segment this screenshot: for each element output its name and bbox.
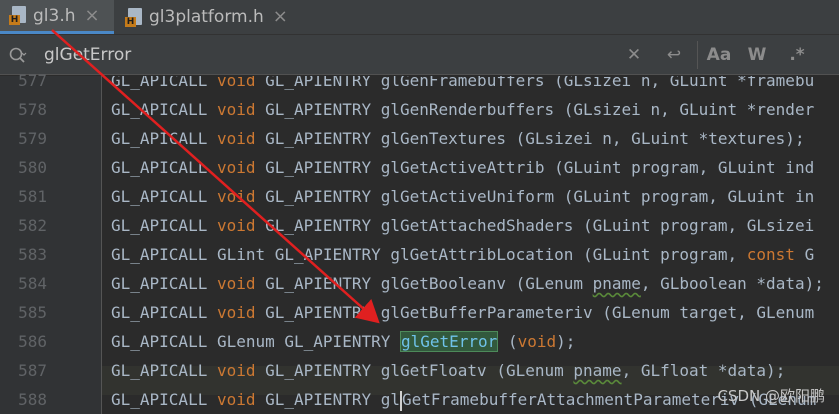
line-number: 577 bbox=[18, 71, 47, 90]
c-header-file-icon: H bbox=[125, 7, 142, 27]
keyword-token: void bbox=[216, 303, 256, 322]
line-number: 579 bbox=[18, 129, 47, 148]
code-token: GL_APICALL bbox=[111, 100, 217, 119]
match-case-toggle[interactable]: Aa bbox=[705, 43, 733, 67]
code-line[interactable]: GL_APICALL void GL_APIENTRY glGetActiveU… bbox=[111, 182, 814, 211]
tab-gl3platform-h[interactable]: H gl3platform.h × bbox=[116, 0, 312, 34]
code-token: GL_APICALL bbox=[111, 216, 217, 235]
code-line[interactable]: GL_APICALL void GL_APIENTRY gl GetFramebu… bbox=[111, 385, 816, 414]
code-line[interactable]: GL_APICALL void GL_APIENTRY glGetActiveA… bbox=[111, 153, 814, 182]
line-number: 581 bbox=[18, 187, 47, 206]
clear-search-icon[interactable]: ✕ bbox=[624, 43, 644, 67]
code-token: ); bbox=[556, 332, 576, 351]
keyword-token: void bbox=[216, 129, 256, 148]
line-number: 583 bbox=[18, 245, 47, 264]
c-header-file-icon: H bbox=[9, 6, 26, 25]
code-token: GL_APIENTRY glGenRenderbuffers (GLsizei … bbox=[255, 100, 815, 119]
line-number: 584 bbox=[18, 274, 47, 293]
code-token: GL_APICALL GLint GL_APIENTRY glGetAttrib… bbox=[111, 245, 747, 264]
search-icon[interactable] bbox=[8, 45, 28, 65]
code-line[interactable]: GL_APICALL void GL_APIENTRY glGenFramebu… bbox=[111, 76, 814, 95]
close-icon[interactable]: × bbox=[273, 8, 288, 26]
line-number: 586 bbox=[18, 332, 47, 351]
tab-label: gl3.h bbox=[33, 5, 76, 26]
code-line[interactable]: GL_APICALL void GL_APIENTRY glGetBufferP… bbox=[111, 298, 814, 327]
code-token: GL_APIENTRY glGetAttachedShaders (GLuint… bbox=[255, 216, 815, 235]
keyword-token: void bbox=[216, 76, 256, 90]
typo-token: pname bbox=[573, 361, 622, 380]
code-token: , GLfloat *data); bbox=[621, 361, 786, 380]
code-token: GL_APIENTRY glGetFloatv (GLenum bbox=[255, 361, 574, 380]
new-line-icon[interactable]: ↩ bbox=[664, 43, 684, 67]
keyword-token: void bbox=[216, 100, 256, 119]
whole-words-toggle[interactable]: W bbox=[745, 43, 769, 67]
typo-token: pname bbox=[592, 274, 641, 293]
regex-toggle[interactable]: .* bbox=[783, 43, 811, 67]
editor-tab-bar: H gl3.h × H gl3platform.h × bbox=[0, 0, 839, 35]
keyword-token: void bbox=[216, 274, 256, 293]
keyword-token: void bbox=[216, 390, 256, 409]
code-token: GL_APICALL bbox=[111, 158, 217, 177]
code-token: GL_APIENTRY glGetBooleanv (GLenum bbox=[255, 274, 593, 293]
line-number: 588 bbox=[18, 390, 47, 409]
code-line[interactable]: GL_APICALL void GL_APIENTRY glGetBoolean… bbox=[111, 269, 824, 298]
keyword-token: void bbox=[216, 216, 256, 235]
line-number: 587 bbox=[18, 361, 47, 380]
line-number: 578 bbox=[18, 100, 47, 119]
code-token: GL_APIENTRY glGetBufferParameteriv (GLen… bbox=[255, 303, 815, 322]
close-icon[interactable]: × bbox=[85, 6, 100, 25]
code-line[interactable]: GL_APICALL GLint GL_APIENTRY glGetAttrib… bbox=[111, 240, 814, 269]
find-bar: ✕ ↩ Aa W .* bbox=[0, 35, 839, 75]
code-token: GL_APICALL bbox=[111, 129, 217, 148]
code-token: G bbox=[794, 245, 815, 264]
code-token: GL_APICALL bbox=[111, 76, 217, 90]
code-line[interactable]: GL_APICALL void GL_APIENTRY glGenTexture… bbox=[111, 124, 805, 153]
keyword-token: void bbox=[216, 361, 256, 380]
keyword-token: void bbox=[216, 158, 256, 177]
code-token: GL_APICALL bbox=[111, 390, 217, 409]
line-number: 585 bbox=[18, 303, 47, 322]
code-token: , GLboolean *data); bbox=[640, 274, 824, 293]
search-match-highlight: glGetError bbox=[399, 331, 499, 352]
code-line[interactable]: GL_APICALL void GL_APIENTRY glGenRenderb… bbox=[111, 95, 814, 124]
line-number: 580 bbox=[18, 158, 47, 177]
code-token: GL_APICALL bbox=[111, 274, 217, 293]
code-token: GL_APIENTRY glGetActiveAttrib (GLuint pr… bbox=[255, 158, 815, 177]
code-token: GL_APIENTRY glGenTextures (GLsizei n, GL… bbox=[255, 129, 805, 148]
code-line[interactable]: GL_APICALL void GL_APIENTRY glGetAttache… bbox=[111, 211, 814, 240]
search-input[interactable] bbox=[44, 42, 604, 68]
keyword-token: void bbox=[517, 332, 557, 351]
watermark: CSDN @欧阳鹏 bbox=[717, 387, 825, 405]
code-line[interactable]: GL_APICALL GLenum GL_APIENTRY glGetError… bbox=[111, 327, 575, 356]
code-token: GL_APICALL bbox=[111, 187, 217, 206]
tab-label: gl3platform.h bbox=[149, 7, 264, 27]
line-number: 582 bbox=[18, 216, 47, 235]
code-editor[interactable]: GL_APICALL void GL_APIENTRY glGenFramebu… bbox=[102, 76, 839, 414]
code-token: GL_APIENTRY gl bbox=[255, 390, 400, 409]
tab-gl3-h[interactable]: H gl3.h × bbox=[0, 0, 114, 34]
code-token: GL_APIENTRY glGenFramebuffers (GLsizei n… bbox=[255, 76, 815, 90]
keyword-token: void bbox=[216, 187, 256, 206]
code-token: GL_APICALL GLenum GL_APIENTRY bbox=[111, 332, 400, 351]
code-token: ( bbox=[498, 332, 518, 351]
code-token: GL_APICALL bbox=[111, 361, 217, 380]
keyword-token: const bbox=[746, 245, 795, 264]
line-number-gutter: 577 578 579 580 581 582 583 584 585 586 587 588 bbox=[0, 71, 102, 414]
code-token: GL_APIENTRY glGetActiveUniform (GLuint p… bbox=[255, 187, 815, 206]
code-token: GL_APICALL bbox=[111, 303, 217, 322]
code-line[interactable]: GL_APICALL void GL_APIENTRY glGetFloatv … bbox=[111, 356, 785, 385]
